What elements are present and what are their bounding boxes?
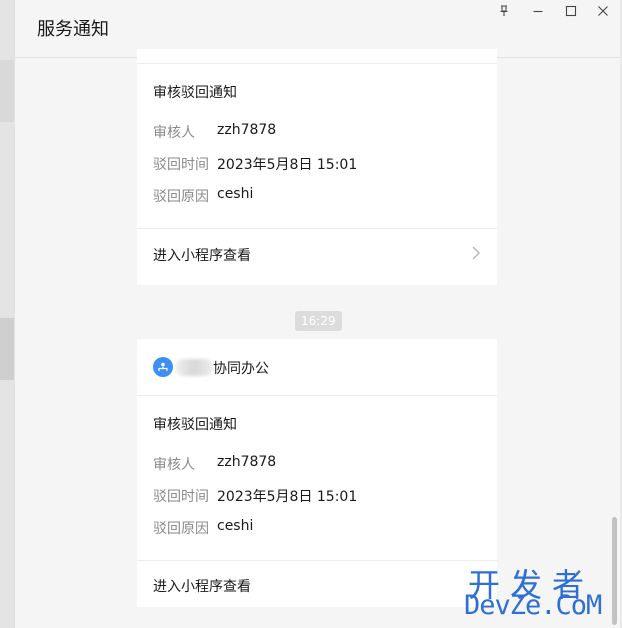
pin-icon bbox=[500, 5, 508, 16]
chevron-right-icon[interactable] bbox=[471, 245, 481, 265]
service-notice-window: 服务通知 审核驳回通知 审核人 zzh7878 驳回时间 2023年5月8日 1… bbox=[14, 0, 620, 628]
scrollbar[interactable] bbox=[611, 59, 619, 628]
maximize-icon bbox=[565, 5, 577, 17]
card-divider bbox=[137, 395, 497, 396]
time-badge: 16:29 bbox=[295, 311, 342, 331]
reject-time-label: 驳回时间 bbox=[153, 157, 209, 173]
minimize-button[interactable] bbox=[528, 2, 548, 20]
mini-program-icon bbox=[153, 357, 173, 377]
reject-reason-value: ceshi bbox=[217, 518, 254, 534]
card-divider bbox=[137, 63, 497, 64]
open-mini-program-link[interactable]: 进入小程序查看 bbox=[153, 576, 251, 596]
reject-reason-label: 驳回原因 bbox=[153, 521, 209, 537]
maximize-button[interactable] bbox=[561, 2, 581, 20]
reviewer-label: 审核人 bbox=[153, 457, 195, 473]
reviewer-value: zzh7878 bbox=[217, 122, 277, 138]
background-app-block bbox=[0, 60, 14, 122]
background-app-strip bbox=[0, 0, 14, 628]
notice-title: 审核驳回通知 bbox=[153, 85, 237, 101]
pin-button[interactable] bbox=[494, 2, 514, 20]
card-divider bbox=[137, 560, 497, 561]
background-app-block bbox=[0, 318, 14, 380]
reviewer-value: zzh7878 bbox=[217, 454, 277, 470]
open-mini-program-link[interactable]: 进入小程序查看 bbox=[153, 245, 251, 265]
source-name: 协同办公 bbox=[213, 361, 269, 377]
close-button[interactable] bbox=[593, 2, 613, 20]
reject-reason-label: 驳回原因 bbox=[153, 189, 209, 205]
blurred-name bbox=[175, 359, 213, 376]
reviewer-label: 审核人 bbox=[153, 125, 195, 141]
window-title: 服务通知 bbox=[37, 19, 109, 40]
reject-time-value: 2023年5月8日 15:01 bbox=[217, 489, 358, 505]
close-icon bbox=[598, 6, 608, 16]
scrollbar-thumb[interactable] bbox=[612, 517, 617, 625]
notice-card: 审核驳回通知 审核人 zzh7878 驳回时间 2023年5月8日 15:01 … bbox=[137, 49, 497, 285]
reject-time-value: 2023年5月8日 15:01 bbox=[217, 157, 358, 173]
notice-title: 审核驳回通知 bbox=[153, 417, 237, 433]
notice-card: 协同办公 审核驳回通知 审核人 zzh7878 驳回时间 2023年5月8日 1… bbox=[137, 339, 497, 607]
message-list[interactable]: 审核驳回通知 审核人 zzh7878 驳回时间 2023年5月8日 15:01 … bbox=[15, 49, 620, 628]
source-header[interactable]: 协同办公 bbox=[137, 339, 497, 395]
card-divider bbox=[137, 228, 497, 229]
reject-reason-value: ceshi bbox=[217, 186, 254, 202]
reject-time-label: 驳回时间 bbox=[153, 489, 209, 505]
minimize-icon bbox=[533, 10, 543, 13]
